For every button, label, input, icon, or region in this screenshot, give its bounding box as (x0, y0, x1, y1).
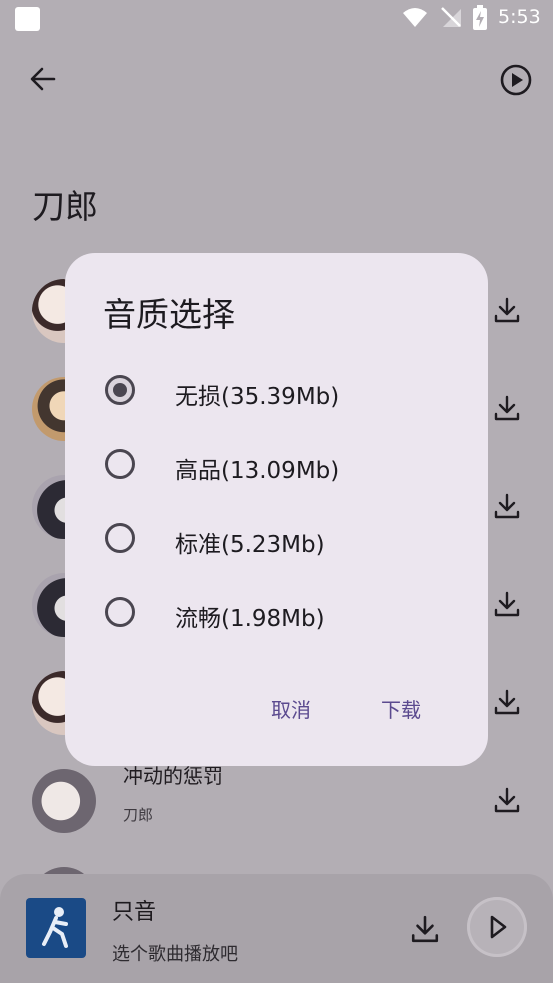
battery-charging-icon (473, 5, 487, 30)
album-cover (32, 769, 96, 833)
radio-selected[interactable] (105, 375, 135, 405)
radio-unselected[interactable] (105, 523, 135, 553)
option-label: 无损(35.39Mb) (175, 384, 340, 410)
quality-option[interactable]: 高品(13.09Mb) (65, 434, 488, 498)
option-label: 流畅(1.98Mb) (175, 606, 325, 632)
mini-player[interactable]: 只音 选个歌曲播放吧 (0, 874, 553, 983)
radio-unselected[interactable] (105, 597, 135, 627)
status-time: 5:53 (498, 6, 541, 28)
player-cover (26, 898, 86, 958)
cancel-button[interactable]: 取消 (271, 694, 311, 723)
quality-dialog: 音质选择 无损(35.39Mb) 高品(13.09Mb) 标准(5.23Mb) … (65, 253, 488, 766)
song-artist: 刀郎 (123, 806, 154, 824)
no-sim-icon (441, 7, 461, 27)
person-icon (42, 907, 68, 948)
status-bar: 5:53 (0, 0, 553, 38)
play-all-icon[interactable] (499, 63, 533, 97)
player-subtitle: 选个歌曲播放吧 (112, 944, 238, 965)
quality-option[interactable]: 无损(35.39Mb) (65, 360, 488, 424)
option-label: 高品(13.09Mb) (175, 458, 340, 484)
download-icon[interactable] (493, 688, 521, 716)
list-item[interactable]: 冲动的惩罚 刀郎 (0, 752, 553, 850)
page-title: 刀郎 (32, 187, 98, 226)
player-title: 只音 (112, 900, 157, 925)
quality-option[interactable]: 流畅(1.98Mb) (65, 582, 488, 646)
play-button[interactable] (467, 897, 527, 957)
download-icon[interactable] (493, 296, 521, 324)
notification-icon (15, 7, 40, 31)
dialog-title: 音质选择 (103, 295, 235, 334)
list-item[interactable] (0, 850, 553, 931)
download-icon[interactable] (493, 590, 521, 618)
option-label: 标准(5.23Mb) (175, 532, 325, 558)
play-icon (490, 915, 507, 939)
download-icon[interactable] (493, 492, 521, 520)
download-button[interactable]: 下载 (381, 694, 421, 723)
back-arrow-icon[interactable] (28, 64, 58, 94)
wifi-icon (403, 8, 427, 27)
download-icon[interactable] (493, 394, 521, 422)
radio-unselected[interactable] (105, 449, 135, 479)
download-icon[interactable] (410, 914, 440, 944)
download-icon[interactable] (493, 786, 521, 814)
quality-option[interactable]: 标准(5.23Mb) (65, 508, 488, 572)
